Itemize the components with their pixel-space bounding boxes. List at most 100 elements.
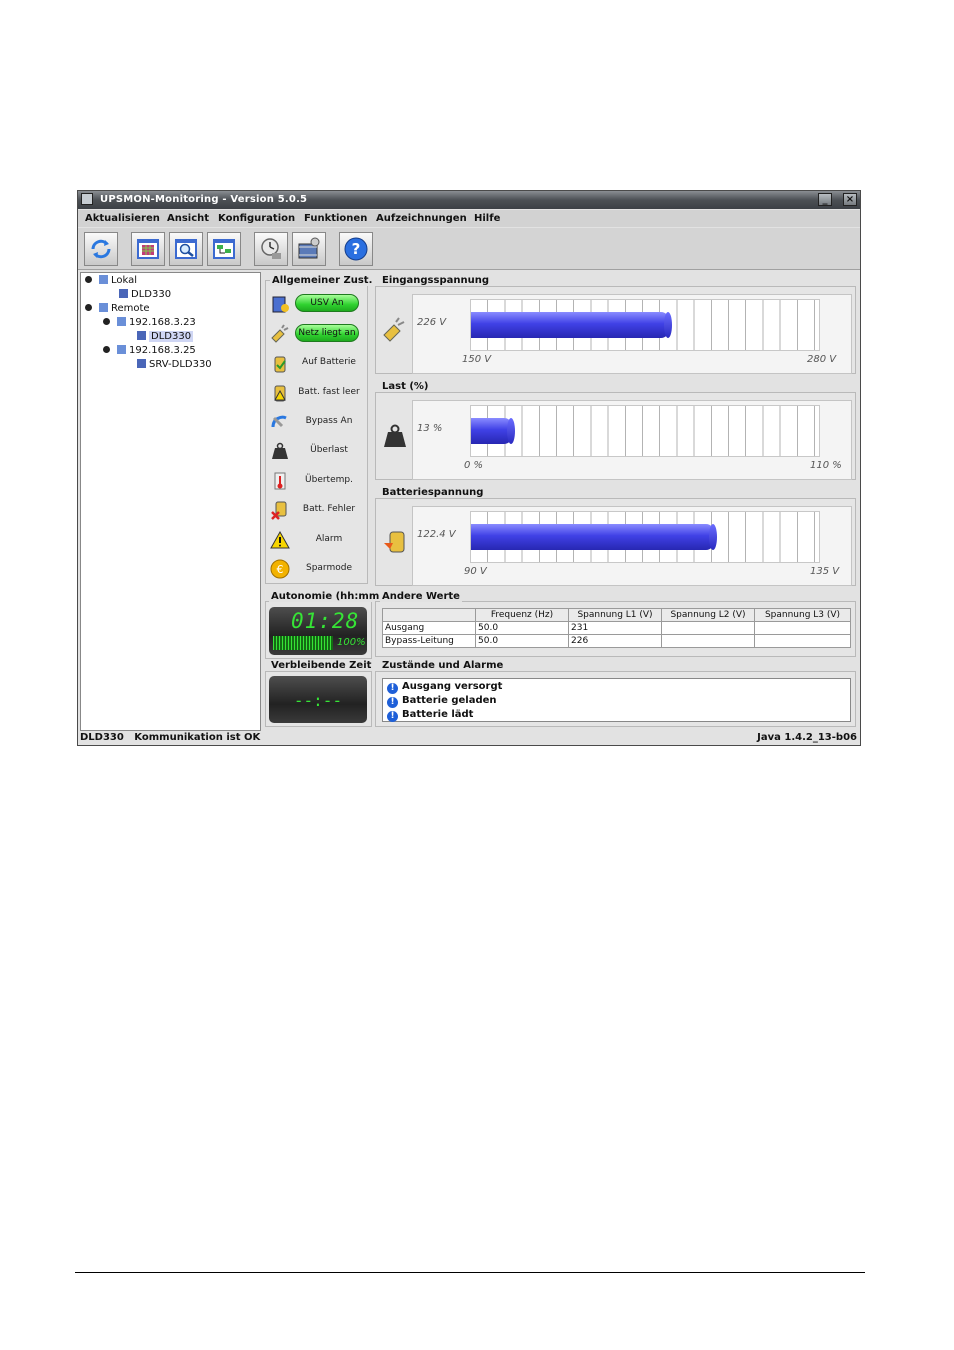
view-tree-button[interactable]	[207, 232, 241, 266]
load-title: Last (%)	[380, 381, 431, 392]
status-label: Sparmode	[305, 563, 352, 573]
mains-indicator: Netz liegt an	[295, 324, 359, 342]
tree-node-remote[interactable]: Remote	[99, 302, 150, 315]
tree-node-label: SRV-DLD330	[149, 359, 212, 370]
tree-node-host2[interactable]: 192.168.3.25	[117, 344, 196, 357]
status-label: Batt. fast leer	[298, 387, 360, 397]
menu-ansicht[interactable]: Ansicht	[167, 213, 209, 224]
scheduler-button[interactable]	[254, 232, 288, 266]
table-row[interactable]: Ausgang 50.0 231	[382, 621, 851, 635]
ups-device-icon	[137, 359, 146, 368]
tree-node-label: DLD330	[131, 289, 172, 300]
status-usv-on: USV An	[267, 291, 363, 317]
power-plug-icon	[383, 317, 405, 342]
tree-expand-remote-icon[interactable]	[85, 304, 92, 311]
alarms-list[interactable]: ! Ausgang versorgt ! Batterie geladen ! Bat…	[382, 678, 851, 722]
battery-icon	[274, 356, 286, 373]
input-voltage-title: Eingangsspannung	[380, 275, 492, 286]
ups-device-icon	[137, 331, 146, 340]
tree-node-lokal[interactable]: Lokal	[99, 274, 137, 287]
status-bypass: Bypass An	[267, 409, 363, 435]
title-bar[interactable]: UPSMON-Monitoring - Version 5.0.5 _ ×	[78, 191, 860, 209]
tree-node-host1-device[interactable]: DLD330	[137, 330, 194, 343]
clock-tool-icon	[261, 238, 281, 259]
info-icon: !	[387, 711, 398, 722]
battery-voltage-scale	[470, 511, 820, 563]
status-mains: Netz liegt an	[267, 321, 363, 347]
table-cell: 226	[568, 634, 662, 648]
tree-expand-host2-icon[interactable]	[103, 346, 110, 353]
list-item[interactable]: ! Batterie lädt	[387, 708, 473, 722]
tree-window-icon	[213, 239, 235, 259]
functions-button[interactable]	[292, 232, 326, 266]
alarm-text: Ausgang versorgt	[402, 681, 503, 692]
minimize-button[interactable]: _	[818, 193, 832, 206]
status-label: Alarm	[315, 534, 343, 544]
tree-node-label: Remote	[111, 303, 150, 314]
tree-expand-host1-icon[interactable]	[103, 318, 110, 325]
tree-expand-lokal-icon[interactable]	[85, 276, 92, 283]
help-button[interactable]: ?	[339, 232, 373, 266]
load-gauge: 13 % 0 % 110 %	[412, 400, 852, 480]
autonomy-title: Autonomie (hh:mm	[269, 591, 382, 602]
weight-icon	[384, 424, 406, 447]
status-label: Auf Batterie	[302, 357, 356, 367]
table-cell: Ausgang	[382, 621, 476, 635]
status-overtemp: Übertemp.	[267, 468, 363, 494]
battery-level-bar	[273, 636, 333, 650]
status-bar-message: DLD330 Kommunikation ist OK	[80, 732, 261, 743]
table-cell	[661, 634, 755, 648]
battery-voltage-gauge: 122.4 V 90 V 135 V	[412, 506, 852, 586]
table-header	[382, 608, 476, 622]
menu-aktualisieren[interactable]: Aktualisieren	[85, 213, 160, 224]
status-label: Überlast	[310, 445, 348, 455]
list-item[interactable]: ! Batterie geladen	[387, 694, 497, 708]
info-icon: !	[387, 697, 398, 708]
info-icon: !	[387, 683, 398, 694]
view-grid-button[interactable]	[131, 232, 165, 266]
other-values-table: Frequenz (Hz) Spannung L1 (V) Spannung L…	[382, 608, 851, 648]
toolbar: ?	[78, 228, 860, 270]
tree-node-lokal-device[interactable]: DLD330	[119, 288, 171, 301]
status-bar-java-version: Java 1.4.2_13-b06	[757, 732, 857, 743]
weight-icon	[272, 442, 288, 459]
battery-voltage-title: Batteriespannung	[380, 487, 486, 498]
ups-device-icon	[119, 289, 128, 298]
app-icon	[81, 193, 93, 205]
device-tree[interactable]: Lokal DLD330 Remote 192.168.3.23 DLD330 …	[80, 272, 261, 731]
bypass-icon	[271, 415, 287, 428]
status-on-battery: Auf Batterie	[267, 350, 363, 376]
table-cell	[754, 634, 851, 648]
table-header: Spannung L3 (V)	[754, 608, 851, 622]
network-icon	[99, 303, 108, 312]
table-cell	[754, 621, 851, 635]
tree-node-host1[interactable]: 192.168.3.23	[117, 316, 196, 329]
input-voltage-min: 150 V	[462, 354, 492, 365]
status-battery-fault: Batt. Fehler	[267, 497, 363, 523]
tree-node-label: 192.168.3.23	[129, 317, 196, 328]
table-row[interactable]: Bypass-Leitung 50.0 226	[382, 634, 851, 648]
tree-node-label: 192.168.3.25	[129, 345, 196, 356]
input-voltage-scale	[470, 299, 820, 351]
menu-hilfe[interactable]: Hilfe	[474, 213, 500, 224]
menu-aufzeichnungen[interactable]: Aufzeichnungen	[376, 213, 467, 224]
svg-text:€: €	[277, 563, 284, 576]
autonomy-display: 01:28 100%	[269, 607, 367, 655]
battery-fault-icon	[271, 501, 287, 520]
list-item[interactable]: ! Ausgang versorgt	[387, 680, 503, 694]
table-header-row: Frequenz (Hz) Spannung L1 (V) Spannung L…	[382, 608, 851, 622]
status-battery-low: Batt. fast leer	[267, 380, 363, 406]
autonomy-time: 01:28	[291, 609, 360, 633]
network-icon	[99, 275, 108, 284]
menu-konfiguration[interactable]: Konfiguration	[218, 213, 295, 224]
status-alarm: Alarm	[267, 527, 363, 553]
refresh-button[interactable]	[84, 232, 118, 266]
close-button[interactable]: ×	[843, 193, 857, 206]
ups-on-icon	[272, 296, 289, 313]
battery-percent: 100%	[337, 637, 366, 648]
warning-icon	[270, 530, 290, 549]
view-search-button[interactable]	[169, 232, 203, 266]
tree-node-host2-device[interactable]: SRV-DLD330	[137, 358, 212, 371]
menu-funktionen[interactable]: Funktionen	[304, 213, 367, 224]
table-cell: Bypass-Leitung	[382, 634, 476, 648]
